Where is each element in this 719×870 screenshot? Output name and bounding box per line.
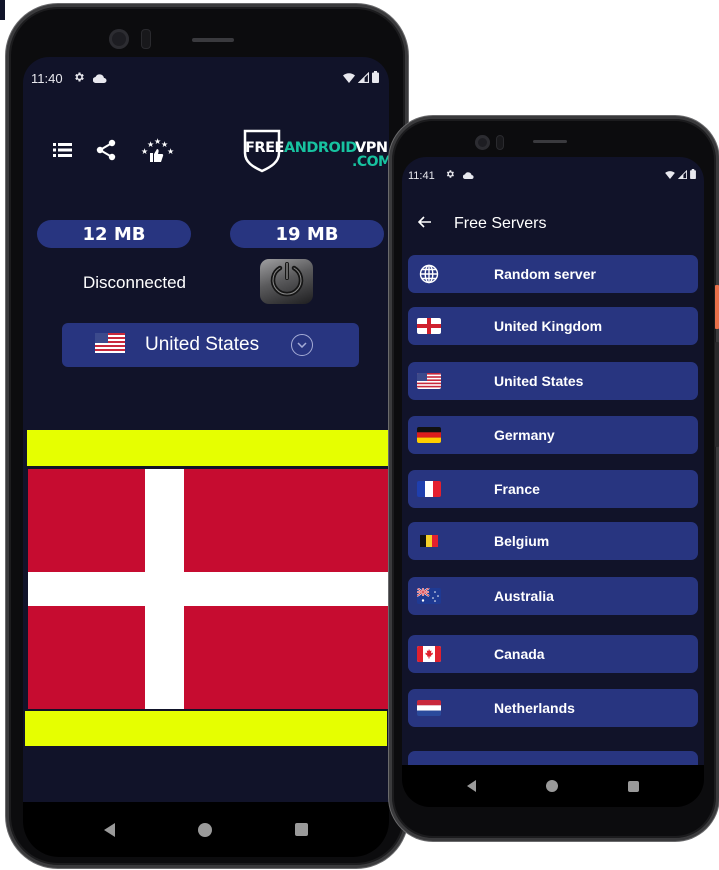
menu-button[interactable]: [51, 141, 73, 163]
logo-text-android: ANDROID: [284, 140, 357, 156]
status-bar: 11:40: [23, 71, 389, 86]
server-label: United States: [494, 373, 584, 389]
earpiece-speaker: [533, 140, 567, 143]
signal-icon: [677, 169, 687, 182]
server-item-netherlands[interactable]: Netherlands: [408, 689, 698, 727]
australia-flag-icon: [417, 586, 441, 606]
ad-banner-bottom-stripe: [25, 711, 387, 746]
server-label: France: [494, 481, 540, 497]
england-flag-icon: [417, 316, 441, 336]
battery-icon: [690, 169, 696, 182]
server-item-canada[interactable]: Canada: [408, 635, 698, 673]
signal-icon: [357, 71, 369, 86]
nav-home-button[interactable]: [546, 780, 558, 792]
sensor: [141, 29, 151, 49]
canada-flag-icon: [417, 644, 441, 664]
us-flag-icon: [417, 371, 441, 391]
server-label: Germany: [494, 427, 555, 443]
server-label: United Kingdom: [494, 318, 603, 334]
power-side-button: [715, 285, 719, 329]
page-title: Free Servers: [454, 215, 547, 232]
selected-country: United States: [145, 334, 260, 355]
france-flag-icon: [417, 479, 441, 499]
app-bar: Free Servers: [402, 213, 546, 235]
chevron-down-icon: [291, 334, 313, 356]
flag-cross-horizontal: [28, 572, 388, 606]
server-item-australia[interactable]: Australia: [408, 577, 698, 615]
connect-power-button[interactable]: [260, 259, 313, 304]
nav-back-button[interactable]: [467, 780, 476, 792]
servers-screen: 11:41 Free Servers Random server United …: [402, 157, 704, 765]
settings-icon: [73, 71, 85, 86]
logo-text-com: .COM: [352, 154, 389, 170]
share-button[interactable]: [95, 139, 117, 166]
server-item-germany[interactable]: Germany: [408, 416, 698, 454]
settings-icon: [445, 169, 455, 182]
server-label: Random server: [494, 266, 596, 282]
server-item-partial[interactable]: [408, 751, 698, 765]
sensor: [496, 135, 504, 150]
nav-back-button[interactable]: [104, 822, 116, 837]
country-selector[interactable]: United States: [62, 323, 359, 367]
server-label: Canada: [494, 646, 545, 662]
arrow-left-icon: [417, 215, 432, 233]
share-icon: [96, 139, 116, 166]
us-flag-icon: [95, 332, 125, 358]
power-icon: [268, 260, 306, 303]
battery-icon: [372, 71, 379, 86]
server-label: Australia: [494, 588, 554, 604]
svg-text:★: ★: [167, 147, 174, 156]
nav-recents-button[interactable]: [628, 780, 639, 792]
server-item-france[interactable]: France: [408, 470, 698, 508]
rate-stars-icon: ★ ★ ★ ★ ★: [139, 137, 175, 168]
server-item-united-kingdom[interactable]: United Kingdom: [408, 307, 698, 345]
netherlands-flag-icon: [417, 698, 441, 718]
server-label: Netherlands: [494, 700, 575, 716]
status-time: 11:41: [408, 169, 435, 182]
nav-bar: [23, 802, 389, 857]
nav-home-button[interactable]: [197, 822, 212, 837]
app-logo: FREE ANDROID VPN .COM: [241, 129, 389, 175]
globe-icon: [417, 264, 441, 284]
background-decor: [0, 0, 5, 20]
nav-bar: [402, 765, 704, 807]
volume-side-button: [715, 342, 719, 447]
cloud-icon: [462, 170, 474, 182]
status-bar: 11:41: [402, 169, 704, 182]
belgium-flag-icon: [417, 531, 441, 551]
front-camera: [475, 135, 490, 150]
upload-usage-badge: 19 MB: [230, 220, 384, 248]
logo-text-free: FREE: [245, 140, 284, 156]
phone-main-screen: 11:40 ★ ★ ★ ★ ★ FREE ANDROID VPN .COM 12…: [6, 4, 408, 868]
wifi-icon: [665, 170, 675, 182]
phone-servers-screen: 11:41 Free Servers Random server United …: [389, 116, 719, 841]
back-button[interactable]: [414, 213, 436, 235]
svg-text:★: ★: [141, 147, 148, 156]
server-label: Belgium: [494, 533, 550, 549]
cloud-icon: [92, 71, 107, 86]
status-time: 11:40: [31, 71, 63, 86]
server-item-belgium[interactable]: Belgium: [408, 522, 698, 560]
earpiece-speaker: [192, 38, 234, 42]
nav-recents-button[interactable]: [294, 823, 308, 836]
menu-list-icon: [52, 142, 72, 163]
wifi-icon: [343, 71, 355, 86]
connection-status: Disconnected: [83, 273, 187, 292]
ad-banner-top-stripe: [27, 430, 389, 466]
front-camera: [109, 29, 129, 49]
germany-flag-icon: [417, 425, 441, 445]
denmark-flag-ad[interactable]: [28, 469, 388, 709]
server-item-random[interactable]: Random server: [408, 255, 698, 293]
rate-app-button[interactable]: ★ ★ ★ ★ ★: [139, 137, 175, 163]
main-screen: 11:40 ★ ★ ★ ★ ★ FREE ANDROID VPN .COM 12…: [23, 57, 389, 802]
server-item-united-states[interactable]: United States: [408, 362, 698, 400]
download-usage-badge: 12 MB: [37, 220, 191, 248]
main-toolbar: ★ ★ ★ ★ ★: [51, 137, 175, 166]
